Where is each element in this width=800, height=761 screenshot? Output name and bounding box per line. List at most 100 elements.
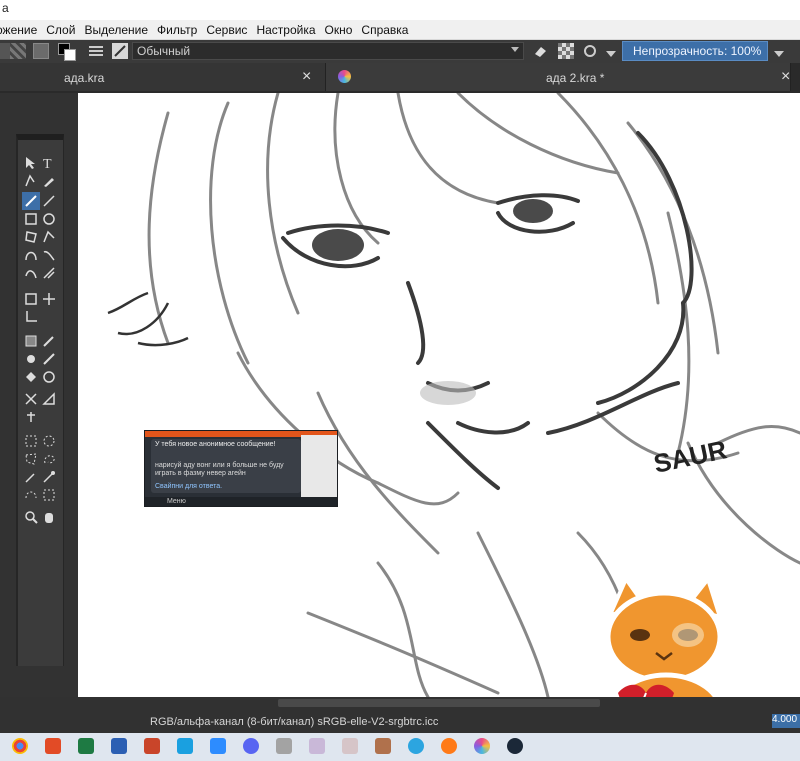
excel-icon[interactable] — [78, 738, 94, 754]
reference-images-icon[interactable] — [24, 410, 38, 424]
opacity-dropdown-icon[interactable] — [774, 46, 790, 62]
reload-preset-icon[interactable] — [582, 43, 598, 59]
app-icon[interactable] — [375, 738, 391, 754]
app-icon[interactable] — [45, 738, 61, 754]
zoom-value: 4.000 — [772, 714, 798, 725]
os-taskbar — [0, 733, 800, 761]
krita-icon — [338, 70, 351, 83]
telegram-icon[interactable] — [408, 738, 424, 754]
menu-filter[interactable]: Фильтр — [157, 23, 197, 37]
rect-select-icon[interactable] — [24, 434, 38, 448]
menu-image[interactable]: ожение — [0, 23, 37, 37]
fill-tool-icon[interactable] — [24, 370, 38, 384]
svg-text:T: T — [43, 157, 52, 170]
app-icon[interactable] — [342, 738, 358, 754]
line-tool-icon[interactable] — [42, 194, 56, 208]
notification-popup: У тебя новое анонимное сообщение! нарису… — [144, 430, 338, 507]
pan-tool-icon[interactable] — [42, 510, 56, 524]
steam-icon[interactable] — [507, 738, 523, 754]
fg-bg-color-icon[interactable] — [58, 43, 76, 61]
signature-text: SAUR — [651, 434, 730, 479]
powerpoint-icon[interactable] — [144, 738, 160, 754]
notification-footer: Меню — [145, 497, 337, 506]
freehand-select-icon[interactable] — [42, 452, 56, 466]
app-icon[interactable] — [276, 738, 292, 754]
smart-patch-icon[interactable] — [42, 352, 56, 366]
magnetic-select-icon[interactable] — [42, 488, 56, 502]
edit-shapes-icon[interactable] — [24, 174, 38, 188]
polygon-select-icon[interactable] — [24, 452, 38, 466]
brush-preset-label: Обычный — [137, 44, 191, 58]
enclose-fill-icon[interactable] — [42, 370, 56, 384]
tab-ada[interactable]: ада.kra × — [0, 63, 326, 91]
menu-button[interactable]: Меню — [167, 498, 186, 505]
dynamic-brush-icon[interactable] — [24, 266, 38, 280]
freehand-brush-icon[interactable] — [22, 192, 40, 210]
bezier-tool-icon[interactable] — [24, 248, 38, 262]
crop-tool-icon[interactable] — [24, 292, 38, 306]
alpha-lock-icon[interactable] — [558, 43, 574, 59]
chrome-icon[interactable] — [12, 738, 28, 754]
document-tab-bar: ада.kra × ада 2.kra * × — [0, 63, 800, 93]
brush-preset-icon[interactable] — [112, 43, 128, 59]
menu-window[interactable]: Окно — [325, 23, 353, 37]
zoom-tool-icon[interactable] — [24, 510, 38, 524]
menu-settings[interactable]: Настройка — [256, 23, 315, 37]
polyline-tool-icon[interactable] — [42, 230, 56, 244]
menu-layer[interactable]: Слой — [46, 23, 75, 37]
tab-label: ада 2.kra * — [546, 71, 605, 85]
gradient-swatch-icon[interactable] — [10, 43, 26, 59]
menu-tools[interactable]: Сервис — [206, 23, 247, 37]
menu-help[interactable]: Справка — [361, 23, 408, 37]
bezier-select-icon[interactable] — [24, 488, 38, 502]
contiguous-select-icon[interactable] — [24, 470, 38, 484]
close-icon[interactable]: × — [302, 68, 311, 86]
menu-select[interactable]: Выделение — [84, 23, 148, 37]
select-shapes-icon[interactable] — [24, 156, 38, 170]
assistant-tool-icon[interactable] — [24, 392, 38, 406]
notification-body: нарисуй аду вонг или я больше не буду иг… — [155, 462, 284, 477]
app-icon[interactable] — [309, 738, 325, 754]
status-bar: RGB/альфа-канал (8-бит/канал) sRGB-elle-… — [0, 697, 800, 733]
krita-icon[interactable] — [474, 738, 490, 754]
color-picker-icon[interactable] — [42, 334, 56, 348]
chevron-down-icon — [511, 47, 519, 52]
zoom-icon[interactable] — [210, 738, 226, 754]
text-tool-icon[interactable]: T — [42, 156, 56, 172]
transform-tool-icon[interactable] — [24, 310, 38, 324]
skype-icon[interactable] — [177, 738, 193, 754]
opacity-slider[interactable]: Непрозрачность: 100% — [622, 41, 768, 61]
menu-bar: ожение Слой Выделение Фильтр Сервис Наст… — [0, 20, 800, 40]
ellipse-tool-icon[interactable] — [42, 212, 56, 226]
measure-tool-icon[interactable] — [42, 392, 56, 406]
window-title: a — [2, 1, 9, 15]
window-title-bar: a — [0, 0, 800, 20]
eraser-icon[interactable] — [532, 43, 548, 59]
tab-label: ада.kra — [64, 71, 105, 85]
ellipse-select-icon[interactable] — [42, 434, 56, 448]
tab-ada-2[interactable]: ада 2.kra * × — [326, 63, 791, 91]
gradient-tool-icon[interactable] — [24, 334, 38, 348]
notification-title: У тебя новое анонимное сообщение! — [155, 441, 276, 448]
colorspace-label: RGB/альфа-канал (8-бит/канал) sRGB-elle-… — [150, 716, 439, 728]
calligraphy-icon[interactable] — [42, 174, 56, 188]
opacity-label: Непрозрачность: 100% — [633, 44, 762, 58]
pattern-icon[interactable] — [33, 43, 49, 59]
move-tool-icon[interactable] — [42, 292, 56, 306]
brush-preset-field[interactable]: Обычный — [132, 42, 524, 60]
chevron-down-icon[interactable] — [606, 46, 622, 62]
freehand-path-icon[interactable] — [42, 248, 56, 262]
multibrush-icon[interactable] — [42, 266, 56, 280]
rectangle-tool-icon[interactable] — [24, 212, 38, 226]
reply-button[interactable]: Свайпни для ответа. — [155, 483, 222, 490]
discord-icon[interactable] — [243, 738, 259, 754]
colorize-mask-icon[interactable] — [24, 352, 38, 366]
polygon-tool-icon[interactable] — [24, 230, 38, 244]
brush-settings-icon[interactable] — [88, 44, 104, 60]
similar-select-icon[interactable] — [42, 470, 56, 484]
horizontal-scrollbar[interactable] — [278, 699, 600, 707]
firefox-icon[interactable] — [441, 738, 457, 754]
zoom-field[interactable]: 4.000 — [772, 714, 800, 728]
word-icon[interactable] — [111, 738, 127, 754]
close-icon[interactable]: × — [781, 68, 790, 86]
